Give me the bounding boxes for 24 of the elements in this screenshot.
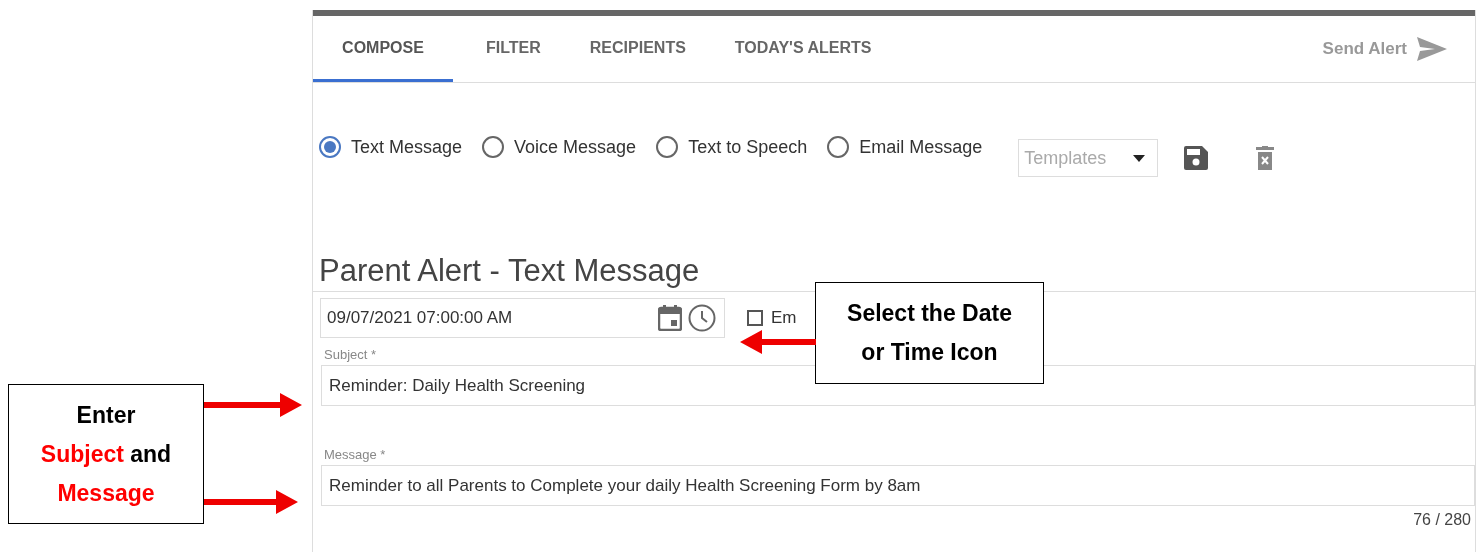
date-time-field[interactable]: 09/07/2021 07:00:00 AM <box>320 298 725 338</box>
radio-option[interactable]: Email Message <box>827 136 995 158</box>
save-icon[interactable] <box>1184 146 1209 170</box>
tab[interactable]: TODAY'S ALERTS <box>717 16 889 82</box>
clock-icon[interactable] <box>688 304 716 332</box>
callout-text: Select the Date or Time Icon <box>847 299 1012 367</box>
delete-icon[interactable] <box>1256 146 1275 170</box>
character-counter: 76 / 280 <box>1413 511 1471 529</box>
form-heading: Parent Alert - Text Message <box>319 253 701 290</box>
field-label: Subject * <box>324 347 377 362</box>
radio-option[interactable]: Text to Speech <box>656 136 820 158</box>
tab[interactable]: RECIPIENTS <box>572 16 703 82</box>
calendar-icon[interactable] <box>658 305 682 331</box>
send-icon <box>1417 37 1447 61</box>
radio-option[interactable]: Text Message <box>319 136 475 158</box>
tab[interactable]: COMPOSE <box>313 16 453 82</box>
field-label: Message * <box>324 447 386 462</box>
message-field[interactable]: Reminder to all Parents to Complete your daily Health Screening Form by 8am <box>321 465 1475 506</box>
radio-option[interactable]: Voice Message <box>482 136 649 158</box>
tab[interactable]: FILTER <box>469 16 558 82</box>
callout-text: Enter Subject and Message <box>40 400 172 508</box>
email-checkbox[interactable]: Em <box>747 308 797 328</box>
subject-field[interactable]: Reminder: Daily Health Screening <box>321 365 1475 406</box>
caret-icon <box>1133 154 1146 162</box>
